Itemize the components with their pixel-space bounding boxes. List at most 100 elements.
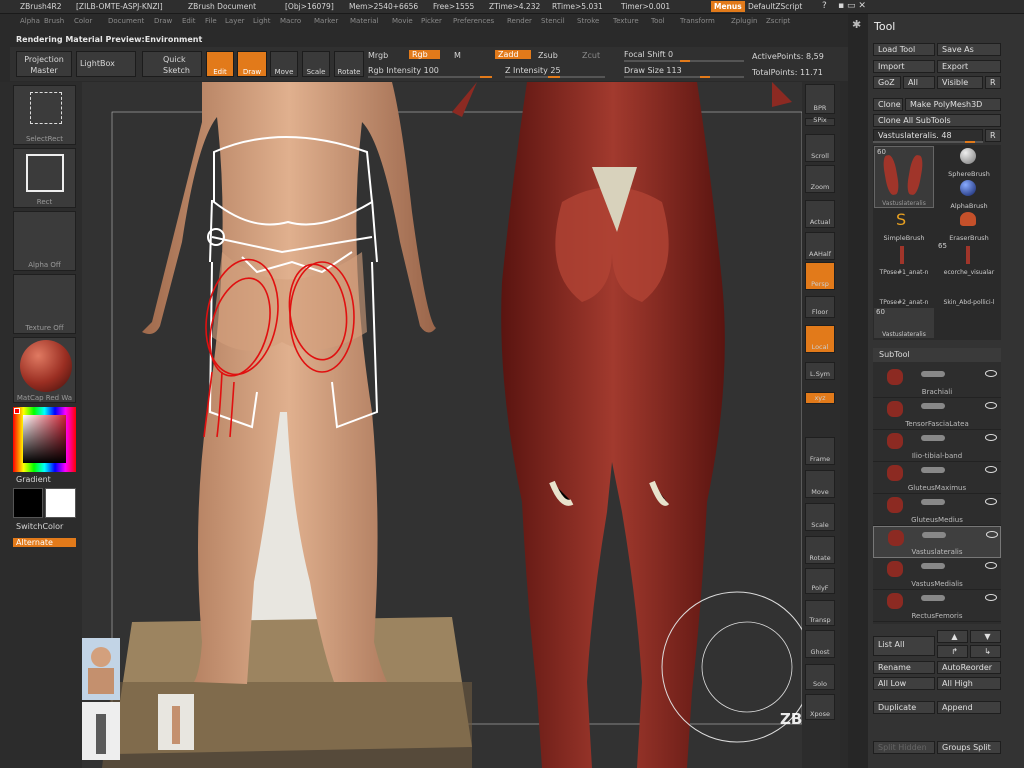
menu-item-preferences[interactable]: Preferences [453,17,494,25]
subtool-item[interactable]: TensorFasciaLatea [873,398,1001,430]
shelf-polyf-button[interactable]: PolyF [805,568,835,594]
lightbox-button[interactable]: LightBox [76,51,136,77]
visibility-toggle-icon[interactable] [985,562,997,569]
shelf-xyz-button[interactable]: xyz [805,392,835,404]
subtool-toggle-icon[interactable] [921,371,945,377]
save-as-button[interactable]: Save As [937,43,1001,56]
primary-color-swatch[interactable] [13,488,43,518]
zsub-button[interactable]: Zsub [538,51,558,60]
menu-item-macro[interactable]: Macro [280,17,301,25]
move-up-icon[interactable]: ▲ [937,630,968,643]
visibility-toggle-icon[interactable] [985,498,997,505]
window-controls[interactable]: ▪ ▭ ✕ [838,1,866,11]
subtool-toggle-icon[interactable] [921,563,945,569]
subtool-toggle-icon[interactable] [921,499,945,505]
current-tool-r-button[interactable]: R [985,129,1001,142]
texture-off-button[interactable]: Texture Off [13,274,76,334]
visibility-toggle-icon[interactable] [985,594,997,601]
subtool-item[interactable]: GluteusMaximus [873,462,1001,494]
color-square[interactable] [23,415,66,463]
material-button[interactable]: MatCap Red Wa [13,337,76,403]
shelf-xpose-button[interactable]: Xpose [805,694,835,720]
shelf-floor-button[interactable]: Floor [805,296,835,318]
subtool-toggle-icon[interactable] [921,403,945,409]
menu-item-zscript[interactable]: Zscript [766,17,790,25]
tool-thumb-vastuslateralis-2[interactable]: 60 Vastuslateralis [874,308,934,338]
menu-item-render[interactable]: Render [507,17,532,25]
menu-item-movie[interactable]: Movie [392,17,413,25]
rotate-button[interactable]: Rotate [334,51,364,77]
visibility-toggle-icon[interactable] [986,531,998,538]
goz-button[interactable]: GoZ [873,76,901,89]
zadd-button[interactable]: Zadd [495,50,531,59]
menu-item-brush[interactable]: Brush [44,17,64,25]
menu-item-edit[interactable]: Edit [182,17,196,25]
shelf-rotate-button[interactable]: Rotate [805,536,835,564]
subtool-item[interactable]: GluteusMedius [873,494,1001,526]
visibility-toggle-icon[interactable] [985,370,997,377]
shelf-zoom-button[interactable]: Zoom [805,165,835,193]
clone-all-subtools-button[interactable]: Clone All SubTools [873,114,1001,127]
shelf-lsym-button[interactable]: L.Sym [805,362,835,380]
zcut-button[interactable]: Zcut [582,51,600,60]
quick-sketch-button[interactable]: Quick Sketch [142,51,202,77]
import-button[interactable]: Import [873,60,935,73]
menu-item-transform[interactable]: Transform [680,17,715,25]
split-hidden-button[interactable]: Split Hidden [873,741,935,754]
shelf-ghost-button[interactable]: Ghost [805,630,835,658]
load-tool-button[interactable]: Load Tool [873,43,935,56]
menus-button[interactable]: Menus [711,1,745,12]
arrow-right-icon[interactable]: ↳ [970,645,1001,658]
visibility-toggle-icon[interactable] [985,434,997,441]
subtool-item[interactable]: Ilio-tibial-band [873,430,1001,462]
shelf-move-button[interactable]: Move [805,470,835,498]
r-button[interactable]: R [985,76,1001,89]
all-low-button[interactable]: All Low [873,677,935,690]
export-button[interactable]: Export [937,60,1001,73]
tool-thumb-ecorche[interactable]: 65 ecorche_visualar [938,242,1000,276]
all-high-button[interactable]: All High [937,677,1001,690]
shelf-transp-button[interactable]: Transp [805,600,835,626]
m-button[interactable]: M [454,51,461,60]
shelf-actual-button[interactable]: Actual [805,200,835,228]
all-button[interactable]: All [903,76,935,89]
subtool-item[interactable]: Vastuslateralis [873,526,1001,558]
projection-master-button[interactable]: Projection Master [16,51,72,77]
menu-item-material[interactable]: Material [350,17,378,25]
menu-item-stencil[interactable]: Stencil [541,17,565,25]
subtool-toggle-icon[interactable] [921,595,945,601]
move-button[interactable]: Move [270,51,298,77]
arrow-left-icon[interactable]: ↱ [937,645,968,658]
rgb-button[interactable]: Rgb [409,50,440,59]
tool-thumb-eraserbrush[interactable]: EraserBrush [938,210,1000,242]
shelf-solo-button[interactable]: Solo [805,664,835,690]
shelf-persp-button[interactable]: Persp [805,262,835,290]
tool-title[interactable]: Tool [874,20,895,33]
shelf-scroll-button[interactable]: Scroll [805,134,835,162]
duplicate-button[interactable]: Duplicate [873,701,935,714]
shelf-bpr-button[interactable]: BPR [805,84,835,114]
move-down-icon[interactable]: ▼ [970,630,1001,643]
clone-button[interactable]: Clone [873,98,903,111]
menu-item-layer[interactable]: Layer [225,17,245,25]
subtool-item[interactable]: RectusFemoris [873,590,1001,622]
edit-button[interactable]: Edit [206,51,234,77]
shelf-local-button[interactable]: Local [805,325,835,353]
alpha-off-button[interactable]: Alpha Off [13,211,76,271]
menu-item-zplugin[interactable]: Zplugin [731,17,757,25]
menu-item-texture[interactable]: Texture [613,17,639,25]
shelf-scale-button[interactable]: Scale [805,503,835,531]
subtool-header[interactable]: SubTool [873,348,1001,362]
menu-item-color[interactable]: Color [74,17,92,25]
visibility-toggle-icon[interactable] [985,466,997,473]
document-canvas[interactable]: ZBRUSH WORKSHOPS [82,82,802,768]
subtool-toggle-icon[interactable] [921,467,945,473]
menu-item-draw[interactable]: Draw [154,17,172,25]
menu-item-marker[interactable]: Marker [314,17,338,25]
shelf-aahalf-button[interactable]: AAHalf [805,232,835,260]
menu-item-alpha[interactable]: Alpha [20,17,40,25]
tool-thumb-tpose1[interactable]: TPose#1_anat-n [874,242,934,276]
shelf-spix-button[interactable]: SPix [805,116,835,126]
focal-shift-slider[interactable]: Focal Shift 0 [624,50,673,59]
menu-item-light[interactable]: Light [253,17,270,25]
